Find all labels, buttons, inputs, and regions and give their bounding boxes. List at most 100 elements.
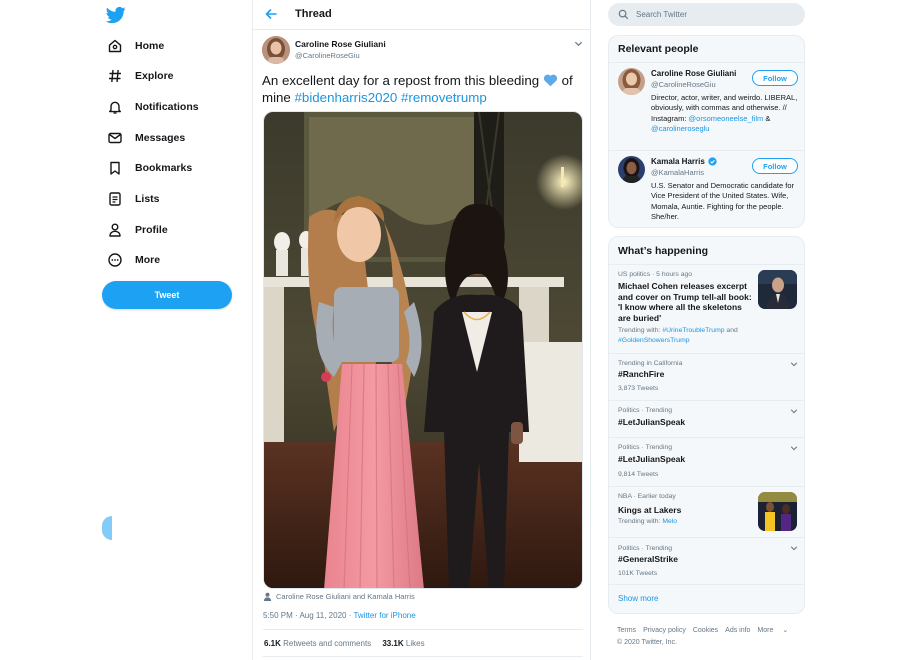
trend-title: #GeneralStrike (618, 554, 679, 564)
divider (609, 584, 804, 585)
nav-item-more[interactable]: More (107, 248, 160, 272)
trend-title: #RanchFire (618, 369, 665, 379)
bio-text: & (765, 113, 771, 123)
chevron-down-icon[interactable] (790, 544, 798, 552)
nav-item-notifications[interactable]: Notifications (107, 95, 199, 119)
hashtag-link[interactable]: #removetrump (401, 90, 487, 105)
author-avatar[interactable] (262, 36, 290, 64)
nav-label: Home (135, 40, 165, 52)
nav-label: Notifications (135, 101, 199, 113)
retweets-count[interactable]: 6.1K (264, 639, 281, 648)
footer-link[interactable]: Cookies (693, 627, 718, 634)
trend-title: #LetJulianSpeak (618, 417, 686, 427)
chevron-down-icon[interactable] (574, 39, 583, 48)
bio-link[interactable]: @carolineroseglu (651, 124, 709, 133)
trend-item[interactable]: Politics · Trending #LetJulianSpeak 9,81… (609, 438, 804, 486)
trend-item[interactable]: Politics · Trending #GeneralStrike 101K … (609, 538, 804, 584)
relevant-people-panel: Relevant people Caroline Rose Giuliani @… (608, 35, 805, 228)
chevron-down-icon: ⌄ (782, 627, 789, 634)
trend-subtitle: 101K Tweets (618, 570, 658, 577)
footer-link[interactable]: Terms (617, 627, 636, 634)
account-switcher-edge[interactable] (102, 516, 112, 540)
person-bio: U.S. Senator and Democratic candidate fo… (651, 181, 794, 222)
person-handle[interactable]: @KamalaHarris (651, 168, 704, 177)
person-name[interactable]: Caroline Rose Giuliani (651, 69, 736, 78)
verified-badge-icon (708, 157, 717, 166)
timestamp[interactable]: 5:50 PM · Aug 11, 2020 · (263, 611, 353, 620)
nav-item-lists[interactable]: Lists (107, 187, 160, 211)
trend-link[interactable]: #GoldenShowersTrump (618, 337, 690, 344)
author-name[interactable]: Caroline Rose Giuliani (295, 39, 386, 49)
person-avatar[interactable] (618, 68, 645, 95)
follow-button[interactable]: Follow (752, 158, 798, 174)
person-handle[interactable]: @CarolineRoseGiu (651, 80, 716, 89)
trend-sub-text: Trending with: (618, 518, 661, 525)
bookmark-icon (107, 160, 123, 176)
blue-heart-emoji-icon (543, 73, 558, 87)
more-circle-icon (107, 252, 123, 268)
search-box[interactable] (608, 3, 805, 26)
footer-link[interactable]: Ads info (725, 627, 750, 634)
home-icon (107, 38, 123, 54)
bell-icon (107, 99, 123, 115)
search-icon (618, 9, 629, 20)
bio-link[interactable]: @orsomeoneelse_film (689, 114, 764, 123)
trend-thumbnail[interactable] (758, 270, 797, 309)
trend-context: US politics · 5 hours ago (618, 271, 693, 278)
chevron-down-icon[interactable] (790, 444, 798, 452)
author-handle[interactable]: @CarolineRoseGiu (295, 51, 360, 60)
divider (609, 62, 804, 63)
follow-button[interactable]: Follow (752, 70, 798, 86)
person-name[interactable]: Kamala Harris (651, 157, 717, 166)
trend-thumbnail[interactable] (758, 492, 797, 531)
panel-title: Relevant people (618, 43, 699, 55)
thread-column: Thread Caroline Rose Giuliani @CarolineR… (252, 0, 591, 660)
trend-subtitle: Trending with: Melo (618, 517, 677, 527)
source-link[interactable]: Twitter for iPhone (353, 611, 415, 620)
tweet-photo[interactable] (263, 111, 583, 589)
nav-label: Explore (135, 70, 174, 82)
nav-item-profile[interactable]: Profile (107, 218, 168, 242)
whats-happening-panel: What’s happening US politics · 5 hours a… (608, 236, 805, 614)
twitter-bird-logo-icon[interactable] (106, 5, 126, 25)
likes-count[interactable]: 33.1K (382, 639, 403, 648)
list-icon (107, 191, 123, 207)
likes-label[interactable]: Likes (406, 639, 425, 648)
back-arrow-icon[interactable] (264, 7, 278, 21)
nav-item-home[interactable]: Home (107, 34, 164, 58)
tweet-button[interactable]: Tweet (102, 281, 232, 309)
trend-context: NBA · Earlier today (618, 493, 676, 500)
tweet-text: An excellent day for a repost from this … (262, 72, 586, 106)
person-avatar[interactable] (618, 156, 645, 183)
nav-item-explore[interactable]: Explore (107, 64, 174, 88)
trend-item[interactable]: Politics · Trending #LetJulianSpeak (609, 401, 804, 437)
divider (609, 150, 804, 151)
trend-sub-text: and (726, 327, 738, 334)
person-icon (263, 592, 272, 601)
nav-item-bookmarks[interactable]: Bookmarks (107, 156, 192, 180)
tagged-people[interactable]: Caroline Rose Giuliani and Kamala Harris (263, 592, 415, 601)
panel-title: What’s happening (618, 245, 709, 257)
trend-link[interactable]: #UrineTroubleTrump (662, 327, 724, 334)
envelope-icon (107, 130, 123, 146)
trend-title: #LetJulianSpeak (618, 454, 686, 464)
left-navigation: Home Explore Notifications Messages Book… (0, 0, 252, 660)
trend-link[interactable]: Melo (662, 518, 677, 525)
page-title: Thread (295, 8, 332, 20)
retweets-label[interactable]: Retweets and comments (283, 639, 371, 648)
footer-link[interactable]: Privacy policy (643, 627, 686, 634)
nav-label: Messages (135, 132, 186, 144)
footer-more[interactable]: More ⌄ (757, 627, 788, 634)
nav-item-messages[interactable]: Messages (107, 126, 185, 150)
show-more-link[interactable]: Show more (618, 594, 658, 603)
search-input[interactable] (636, 10, 786, 19)
trend-sub-text: Trending with: (618, 327, 661, 334)
chevron-down-icon[interactable] (790, 407, 798, 415)
trend-item[interactable]: Trending in California #RanchFire 3,873 … (609, 354, 804, 400)
hashtag-link[interactable]: #bidenharris2020 (295, 90, 398, 105)
trend-subtitle: 3,873 Tweets (618, 385, 659, 392)
trend-item[interactable]: NBA · Earlier today Kings at Lakers Tren… (609, 487, 804, 537)
chevron-down-icon[interactable] (790, 360, 798, 368)
footer-link: More (757, 627, 774, 634)
trend-item[interactable]: US politics · 5 hours ago Michael Cohen … (609, 265, 804, 353)
